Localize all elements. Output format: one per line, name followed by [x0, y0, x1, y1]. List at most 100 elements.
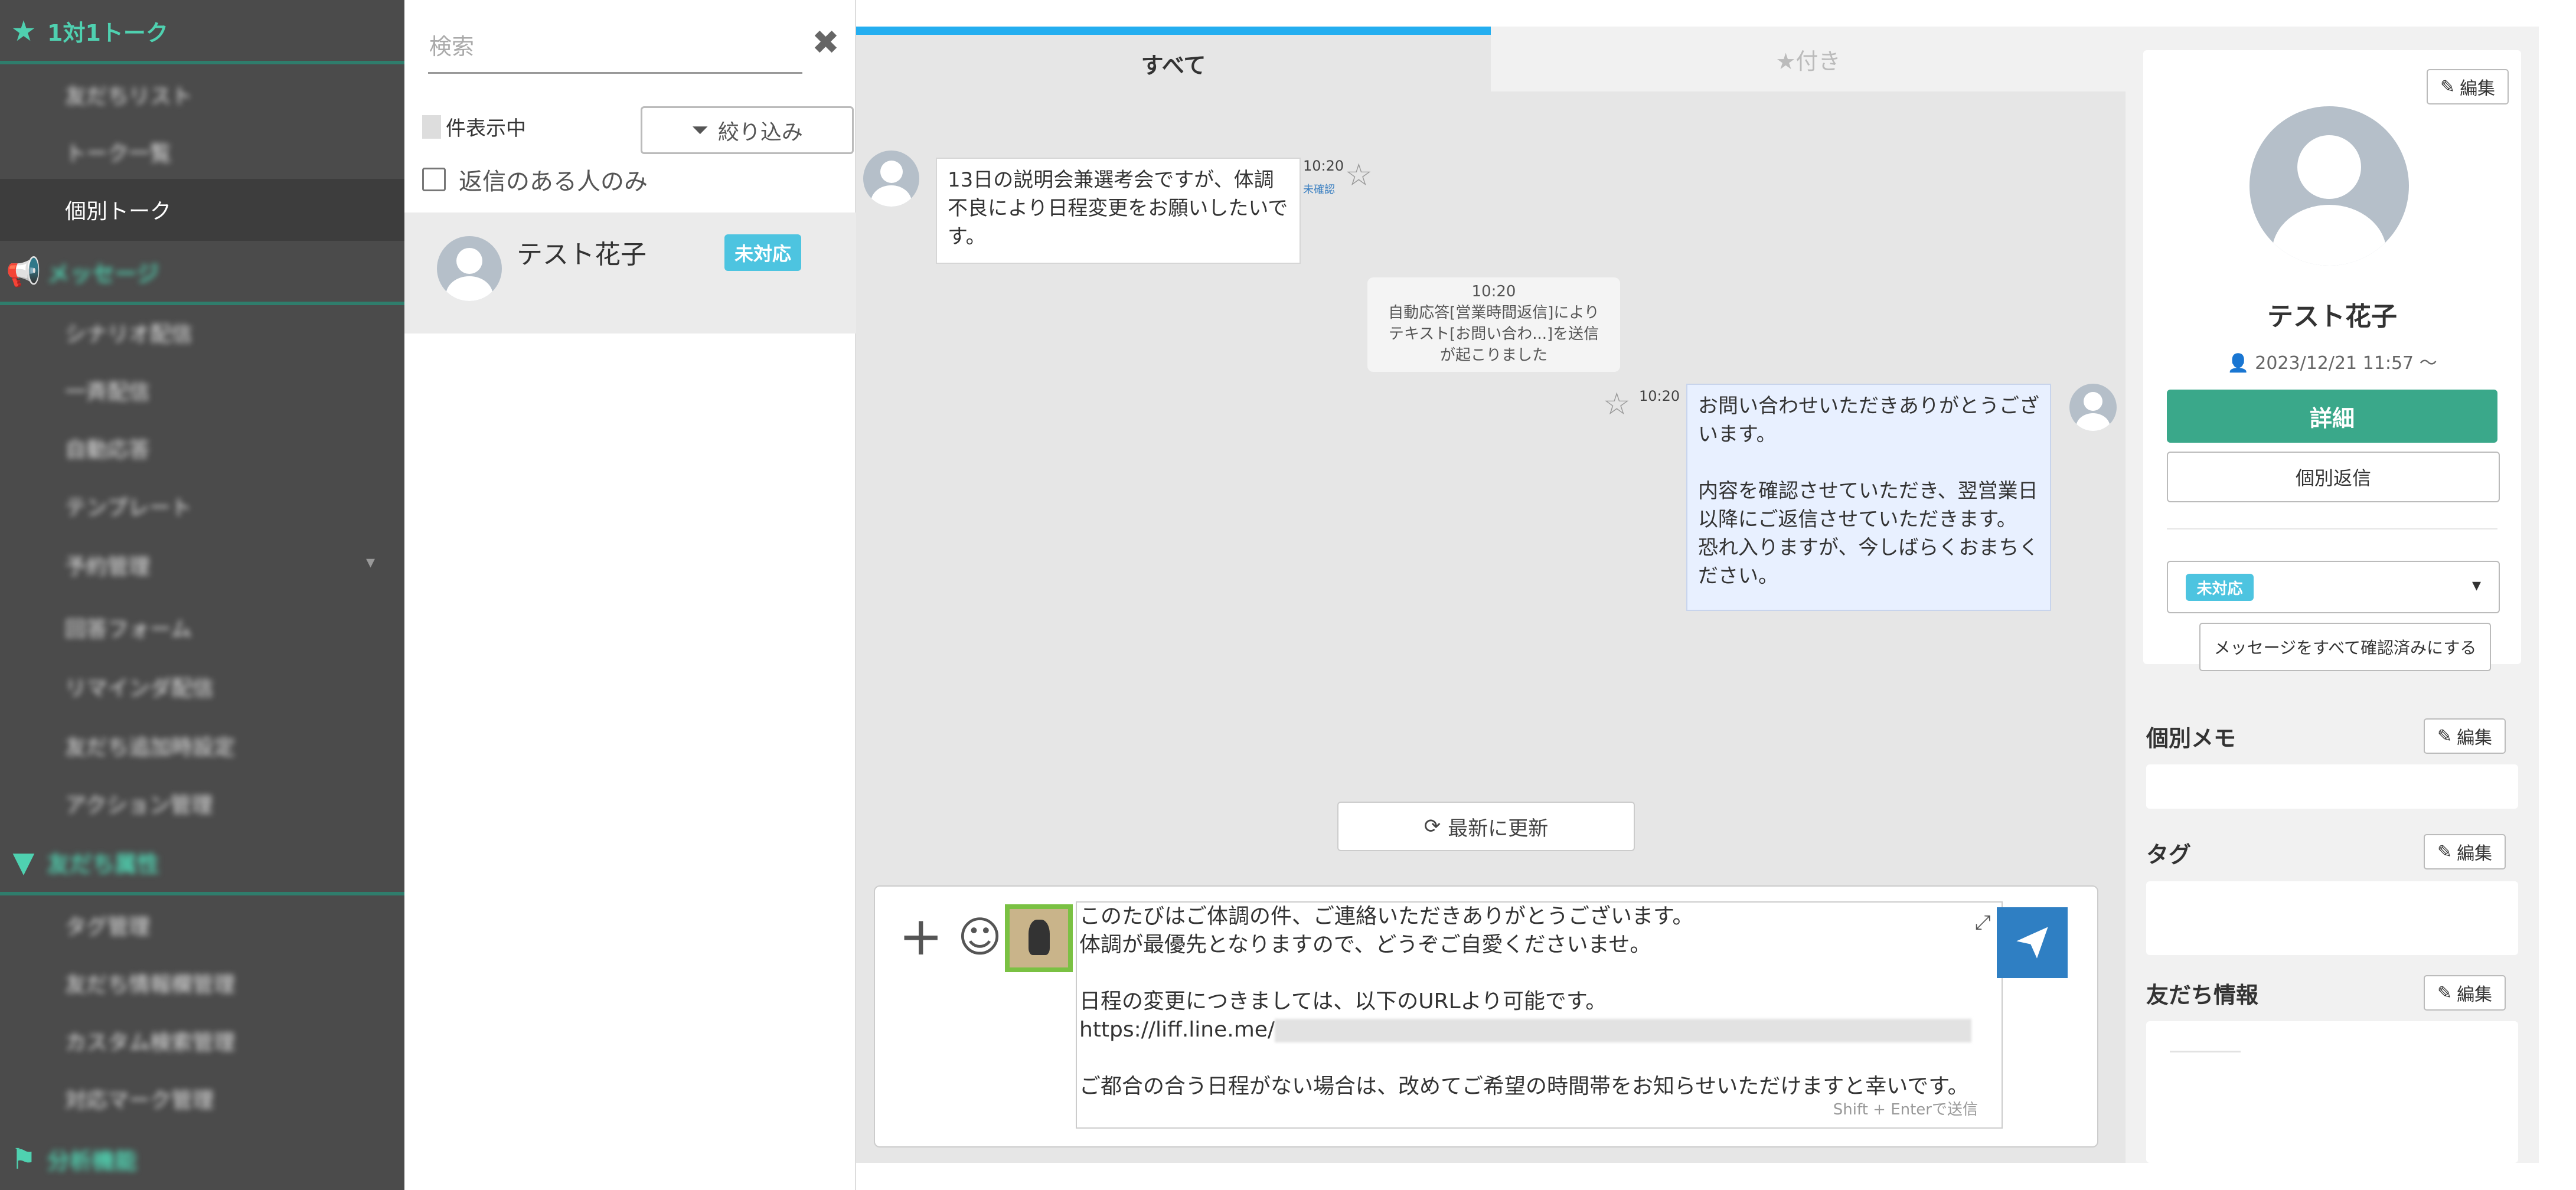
emoji-icon[interactable]: ☺	[958, 913, 1002, 960]
sidebar-item-scenario[interactable]: シナリオ配信	[65, 306, 192, 359]
sidebar-item-auto-reply[interactable]: 自動応答	[65, 421, 150, 475]
sidebar-item-friend-info[interactable]: 友だち情報欄管理	[65, 956, 235, 1009]
sidebar-item-template[interactable]: テンプレート	[65, 479, 192, 532]
conversation-list-panel: ✖ 件表示中 ⏷ 絞り込み 返信のある人のみ テスト花子 未対応	[404, 0, 856, 1190]
sidebar: ★ 1対1トーク 友だちリスト トーク一覧 個別トーク 📢 メッセージ シナリオ…	[0, 0, 404, 1190]
filter-label: 絞り込み	[717, 120, 803, 145]
sidebar-item-action[interactable]: アクション管理	[65, 777, 213, 830]
edit-friend-info-button[interactable]: ✎ 編集	[2424, 975, 2506, 1011]
sidebar-item-form[interactable]: 回答フォーム	[65, 601, 192, 654]
url-redacted	[1275, 1019, 1972, 1042]
sidebar-item-talk-list[interactable]: トーク一覧	[65, 125, 171, 178]
plus-icon[interactable]: +	[899, 910, 943, 963]
sidebar-section-talk[interactable]: ★ 1対1トーク	[0, 0, 404, 62]
status-select[interactable]: 未対応 ▾	[2167, 561, 2500, 613]
edit-icon: ✎	[2440, 76, 2456, 97]
close-icon[interactable]: ✖	[812, 24, 840, 62]
refresh-icon: ⟳	[1424, 815, 1441, 838]
sidebar-item-custom-search[interactable]: カスタム検索管理	[65, 1014, 235, 1067]
star-icon[interactable]: ☆	[1603, 387, 1631, 422]
friend-info-box	[2146, 1021, 2518, 1163]
composer-url-line: https://liff.line.me/	[1079, 1016, 1999, 1044]
reply-only-checkbox-row[interactable]: 返信のある人のみ	[422, 162, 648, 197]
refresh-button[interactable]: ⟳ 最新に更新	[1337, 802, 1635, 851]
friend-info-title: 友だち情報	[2146, 982, 2259, 1008]
profile-card: ✎ 編集 テスト花子 👤 2023/12/21 11:57 〜 詳細 個別返信 …	[2143, 50, 2521, 671]
composer-line: 体調が最優先となりますので、どうぞご自愛くださいませ。	[1079, 933, 1651, 957]
memo-box[interactable]	[2146, 764, 2518, 809]
count-label: 件表示中	[446, 117, 526, 140]
section-divider	[0, 892, 404, 895]
sidebar-section-analytics[interactable]: ⚑ 分析機能	[0, 1128, 404, 1190]
section-divider	[0, 61, 404, 64]
message-time: 10:20	[1303, 158, 1344, 174]
system-line: テキスト[お問い合わ...]を送信	[1388, 325, 1599, 343]
message-composer: + ☺ このたびはご体調の件、ご連絡いただきありがとうございます。 体調が最優先…	[874, 885, 2098, 1148]
message-line: 以降にご返信させていただきます。	[1698, 508, 2017, 531]
message-line	[1698, 449, 2039, 477]
memo-title: 個別メモ	[2146, 725, 2237, 751]
tab-all[interactable]: すべて	[856, 27, 1491, 91]
system-line: 自動応答[営業時間返信]により	[1388, 304, 1599, 322]
incoming-message-bubble: 13日の説明会兼選考会ですが、体調 不良により日程変更をお願いしたいで す。	[936, 158, 1301, 264]
sidebar-section-attributes[interactable]: ▼ 友だち属性	[0, 831, 404, 893]
star-icon[interactable]: ☆	[1345, 158, 1373, 193]
conversation-item[interactable]: テスト花子 未対応	[404, 212, 856, 334]
composer-line: このたびはご体調の件、ご連絡いただきありがとうございます。	[1079, 904, 1694, 929]
edit-label: 編集	[2457, 728, 2493, 748]
avatar	[2249, 106, 2409, 266]
tab-starred[interactable]: ★付き	[1491, 27, 2126, 91]
chevron-down-icon[interactable]: ▾	[366, 552, 375, 573]
sidebar-active-highlight	[0, 179, 404, 241]
mark-all-read-button[interactable]: メッセージをすべて確認済みにする	[2199, 623, 2491, 671]
reply-only-checkbox[interactable]	[422, 168, 446, 191]
send-button[interactable]	[1997, 907, 2068, 978]
expand-icon[interactable]: ⤢	[1975, 908, 1991, 937]
status-badge: 未対応	[2186, 574, 2254, 601]
edit-memo-button[interactable]: ✎ 編集	[2424, 718, 2506, 754]
funnel-icon: ⏷	[691, 117, 709, 142]
message-textarea[interactable]: このたびはご体調の件、ご連絡いただきありがとうございます。 体調が最優先となりま…	[1076, 901, 2003, 1129]
user-icon: 👤	[2227, 353, 2249, 374]
count-value-redacted	[422, 115, 441, 139]
sidebar-item-tag[interactable]: タグ管理	[65, 898, 150, 952]
filter-icon: ▼	[12, 845, 35, 879]
star-icon: ★	[11, 14, 37, 48]
profile-date: 👤 2023/12/21 11:57 〜	[2143, 348, 2521, 374]
edit-tag-button[interactable]: ✎ 編集	[2424, 834, 2506, 869]
detail-button[interactable]: 詳細	[2167, 390, 2497, 443]
sidebar-item-friend-list[interactable]: 友だちリスト	[65, 68, 192, 121]
profile-panel: ✎ 編集 テスト花子 👤 2023/12/21 11:57 〜 詳細 個別返信 …	[2126, 27, 2539, 1163]
edit-profile-button[interactable]: ✎ 編集	[2427, 69, 2509, 104]
conversation-name: テスト花子	[517, 240, 647, 270]
message-line: 内容を確認させていただき、翌営業日	[1698, 479, 2038, 503]
section-divider	[0, 302, 404, 305]
chat-panel: すべて ★付き 13日の説明会兼選考会ですが、体調 不良により日程変更をお願いし…	[856, 27, 2126, 1163]
filter-button[interactable]: ⏷ 絞り込み	[641, 106, 854, 154]
sidebar-item-broadcast[interactable]: 一斉配信	[65, 364, 150, 417]
sidebar-item-reservation[interactable]: 予約管理	[65, 538, 150, 591]
composer-line: 日程の変更につきましては、以下のURLより可能です。	[1079, 989, 1607, 1014]
edit-label: 編集	[2457, 844, 2493, 864]
edit-icon: ✎	[2437, 725, 2453, 747]
sidebar-item-mark[interactable]: 対応マーク管理	[65, 1072, 214, 1125]
attached-image-thumbnail[interactable]	[1005, 904, 1073, 972]
message-time: 10:20	[1639, 388, 1680, 404]
tag-title: タグ	[2146, 842, 2192, 868]
edit-label: 編集	[2460, 79, 2496, 99]
search-input[interactable]	[428, 21, 802, 74]
sidebar-section-message[interactable]: 📢 メッセージ	[0, 241, 404, 303]
status-badge: 未対応	[724, 234, 801, 271]
system-message: 10:20 自動応答[営業時間返信]により テキスト[お問い合わ...]を送信 …	[1367, 277, 1620, 372]
edit-label: 編集	[2457, 985, 2493, 1005]
sidebar-section-label: 1対1トーク	[47, 20, 168, 46]
avatar	[437, 236, 502, 301]
caret-down-icon: ▾	[2471, 575, 2481, 596]
paper-plane-icon	[2016, 927, 2048, 959]
flag-icon: ⚑	[11, 1142, 37, 1176]
individual-reply-button[interactable]: 個別返信	[2167, 452, 2500, 502]
sidebar-item-individual-talk[interactable]: 個別トーク	[65, 183, 171, 236]
sidebar-item-friend-add[interactable]: 友だち追加時設定	[65, 719, 235, 772]
sidebar-item-reminder[interactable]: リマインダ配信	[65, 660, 214, 713]
message-line: 恐れ入りますが、今しばらくおまちく	[1698, 536, 2039, 560]
